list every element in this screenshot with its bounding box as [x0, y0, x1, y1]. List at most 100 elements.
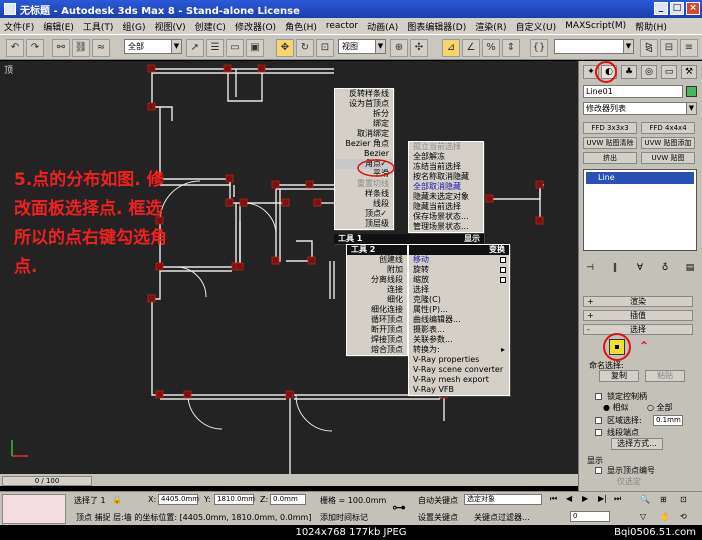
add-time-tag-button[interactable]: 添加时间标记: [320, 512, 368, 523]
display-tab-icon[interactable]: ▭: [661, 65, 677, 79]
set-key-button[interactable]: 设置关键点: [418, 512, 458, 523]
percent-snap-icon[interactable]: %: [482, 39, 500, 57]
menu-edit[interactable]: 编辑(E): [43, 20, 74, 33]
show-vertex-numbers-checkbox[interactable]: [595, 467, 602, 474]
manipulate-icon[interactable]: ✣: [410, 39, 428, 57]
align-icon[interactable]: ⊟: [660, 39, 678, 57]
menu-reactor[interactable]: reactor: [326, 21, 358, 31]
lock-handles-checkbox[interactable]: [595, 393, 602, 400]
all-radio[interactable]: ○ 全部: [647, 402, 673, 413]
uvw-map-button[interactable]: UVW 贴图: [641, 152, 695, 164]
pivot-center-icon[interactable]: ⊕: [390, 39, 408, 57]
top-viewport[interactable]: 顶 5.点的分布如图. 修改面板选择点. 框选所以的点右键勾选角点. 反转样条线…: [0, 61, 578, 474]
quad-item-weld-vertices[interactable]: 焊接顶点: [347, 335, 407, 345]
menu-create[interactable]: 创建(C): [195, 20, 226, 33]
select-link-icon[interactable]: ⚯: [52, 39, 70, 57]
quad-item-unhide-all[interactable]: 全部取消隐藏: [409, 182, 483, 192]
quad-item-freeze-selection[interactable]: 冻结当前选择: [409, 162, 483, 172]
zoom-extents-icon[interactable]: ⊡: [680, 495, 687, 504]
quad-item-segment[interactable]: 线段: [335, 199, 393, 209]
configure-sets-icon[interactable]: ▤: [683, 261, 697, 275]
field-of-view-icon[interactable]: ▽: [640, 512, 646, 521]
quad-item-vertex[interactable]: 顶点 ✓: [335, 209, 393, 219]
alike-radio[interactable]: ● 相似: [603, 402, 629, 413]
ffd-444-button[interactable]: FFD 4x4x4: [641, 122, 695, 134]
quad-item-refine-connect[interactable]: 细化连接: [347, 305, 407, 315]
quad-item-bind[interactable]: 绑定: [335, 119, 393, 129]
goto-start-icon[interactable]: ⏮: [550, 494, 557, 504]
quad-item-top-level[interactable]: 顶层级: [335, 219, 393, 229]
rollout-interpolation[interactable]: + 插值: [583, 310, 693, 321]
quad-item-divide[interactable]: 拆分: [335, 109, 393, 119]
time-slider[interactable]: 0 / 100: [2, 476, 92, 486]
zoom-all-icon[interactable]: ⊞: [660, 495, 667, 504]
undo-icon[interactable]: ↶: [6, 39, 24, 57]
auto-key-button[interactable]: 自动关键点: [418, 495, 458, 506]
layer-manager-icon[interactable]: ≡: [680, 39, 698, 57]
segment-end-checkbox[interactable]: [595, 429, 602, 436]
quad-item-cycle-vertices[interactable]: 循环顶点: [347, 315, 407, 325]
area-select-checkbox[interactable]: [595, 417, 602, 424]
select-by-button[interactable]: 选择方式...: [611, 438, 663, 450]
quad-item-break-vertices[interactable]: 断开顶点: [347, 325, 407, 335]
object-name-field[interactable]: Line01: [583, 85, 683, 98]
quad-item-create-line[interactable]: 创建线: [347, 255, 407, 265]
quad-item-curve-editor[interactable]: 曲线编辑器...: [409, 315, 509, 325]
key-icon[interactable]: ⊶: [392, 500, 406, 516]
selection-filter-dropdown[interactable]: 全部 ▼: [124, 39, 182, 54]
menu-modifiers[interactable]: 修改器(O): [235, 20, 276, 33]
next-frame-icon[interactable]: ▶|: [598, 494, 607, 503]
quad-item-save-scene-state[interactable]: 保存场景状态...: [409, 212, 483, 222]
utilities-tab-icon[interactable]: ⚒: [681, 65, 697, 79]
menu-tools[interactable]: 工具(T): [83, 20, 114, 33]
lock-selection-icon[interactable]: 🔒: [112, 495, 122, 504]
named-selection-icon[interactable]: {}: [530, 39, 548, 57]
quad-item-bezier-corner[interactable]: Bezier 角点: [335, 139, 393, 149]
maximize-button[interactable]: □: [670, 2, 684, 15]
object-color-swatch[interactable]: [686, 86, 697, 97]
minimize-button[interactable]: _: [654, 2, 668, 15]
goto-end-icon[interactable]: ⏭: [614, 494, 621, 504]
quad-item-hide-selection[interactable]: 隐藏当前选择: [409, 202, 483, 212]
select-by-name-icon[interactable]: ☰: [206, 39, 224, 57]
zoom-icon[interactable]: 🔍: [640, 495, 650, 504]
rollout-selection[interactable]: - 选择: [583, 324, 693, 335]
quad-item-hide-unselected[interactable]: 隐藏未选定对象: [409, 192, 483, 202]
spinner-snap-icon[interactable]: ⇕: [502, 39, 520, 57]
quad-item-fuse-vertices[interactable]: 熔合顶点: [347, 345, 407, 355]
quad-item-unfreeze-all[interactable]: 全部解冻: [409, 152, 483, 162]
ffd-333-button[interactable]: FFD 3x3x3: [583, 122, 637, 134]
quad-item-vray-scene-converter[interactable]: V-Ray scene converter: [409, 365, 509, 375]
remove-modifier-icon[interactable]: ♁: [658, 261, 672, 275]
quad-item-wire-parameters[interactable]: 关联参数...: [409, 335, 509, 345]
key-mode-dropdown[interactable]: 选定对象: [464, 494, 542, 505]
rollout-rendering[interactable]: + 渲染: [583, 296, 693, 307]
key-filters-button[interactable]: 关键点过滤器...: [474, 512, 530, 523]
pin-stack-icon[interactable]: ⊣: [583, 261, 597, 275]
settings-box-icon[interactable]: [500, 277, 506, 283]
copy-button[interactable]: 复制: [599, 370, 639, 382]
quad-item-scale[interactable]: 缩放: [409, 275, 509, 285]
uvw-clear-button[interactable]: UVW 贴图清除: [583, 137, 637, 149]
quad-item-dope-sheet[interactable]: 摄影表...: [409, 325, 509, 335]
select-scale-icon[interactable]: ⊡: [316, 39, 334, 57]
menu-views[interactable]: 视图(V): [154, 20, 185, 33]
select-object-icon[interactable]: ➚: [186, 39, 204, 57]
quad-item-properties[interactable]: 属性(P)...: [409, 305, 509, 315]
quad-item-select[interactable]: 选择: [409, 285, 509, 295]
angle-snap-icon[interactable]: ∠: [462, 39, 480, 57]
redo-icon[interactable]: ↷: [26, 39, 44, 57]
window-crossing-icon[interactable]: ▣: [246, 39, 264, 57]
snap-toggle-icon[interactable]: ⊿: [442, 39, 460, 57]
quad-item-reverse-spline[interactable]: 反转样条线: [335, 89, 393, 99]
show-end-result-icon[interactable]: ‖: [608, 261, 622, 275]
quad-item-vray-vfb[interactable]: V-Ray VFB: [409, 385, 509, 395]
quad-item-manage-scene-states[interactable]: 管理场景状态...: [409, 222, 483, 232]
make-unique-icon[interactable]: ∀: [633, 261, 647, 275]
mirror-icon[interactable]: ⧎: [640, 39, 658, 57]
select-move-icon[interactable]: ✥: [276, 39, 294, 57]
menu-help[interactable]: 帮助(H): [635, 20, 667, 33]
quad-item-clone[interactable]: 克隆(C): [409, 295, 509, 305]
menu-graph-editors[interactable]: 图表编辑器(D): [407, 20, 466, 33]
select-rotate-icon[interactable]: ↻: [296, 39, 314, 57]
